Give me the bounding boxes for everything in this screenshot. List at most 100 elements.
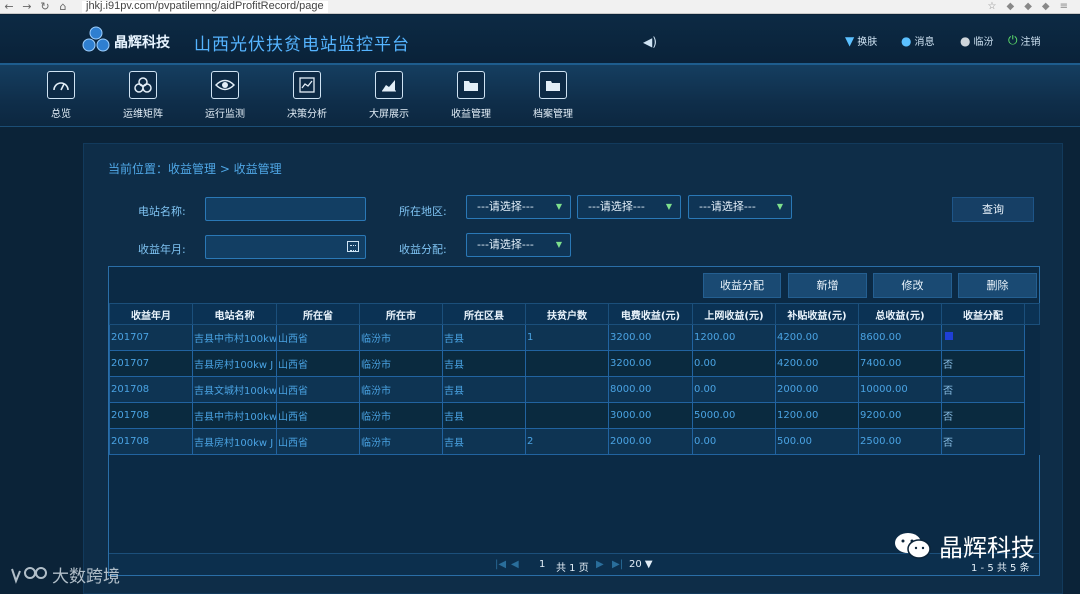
distribution-select[interactable]: ---请选择--- ▼ — [466, 233, 571, 257]
table-cell: 1 — [525, 324, 609, 351]
avatar-icon: ● — [960, 33, 971, 48]
page-number-input[interactable]: 1 — [539, 559, 545, 570]
folder-icon — [457, 71, 485, 99]
distribution-label: 收益分配: — [399, 243, 447, 256]
forward-icon[interactable]: → — [18, 0, 36, 14]
station-name-input[interactable] — [205, 197, 366, 221]
nav-item-big-screen[interactable]: 大屏展示 — [359, 71, 419, 120]
back-icon[interactable]: ← — [0, 0, 18, 14]
nav-item-profit-management[interactable]: 收益管理 — [441, 71, 501, 120]
first-page-icon[interactable]: |◀ — [495, 559, 506, 570]
area-chart-icon — [375, 71, 403, 99]
table-row[interactable]: 201708 吉县中市村100kw 山西省 临汾市 吉县 3000.00 500… — [109, 402, 1040, 429]
table-cell: 3000.00 — [608, 402, 693, 429]
table-cell: 7400.00 — [858, 350, 942, 377]
table-cell: 201707 — [109, 324, 193, 351]
extension-icon[interactable]: ◆ — [1042, 0, 1050, 14]
selected-marker-icon — [945, 332, 953, 340]
table-cell: 临汾市 — [359, 350, 443, 377]
table-cell: 山西省 — [276, 428, 360, 455]
nav-item-overview[interactable]: 总览 — [31, 71, 91, 120]
table-cell: 0.00 — [692, 350, 776, 377]
brand-name: 晶辉科技 — [114, 35, 170, 51]
table-cell: 山西省 — [276, 350, 360, 377]
column-header[interactable]: 所在区县 — [442, 303, 526, 325]
table-cell: 吉县 — [442, 428, 526, 455]
calendar-icon[interactable] — [347, 241, 359, 252]
table-cell: 否 — [941, 428, 1025, 455]
table-cell: 3200.00 — [608, 324, 693, 351]
table-cell: 201708 — [109, 402, 193, 429]
home-icon[interactable]: ⌂ — [54, 0, 72, 14]
table-cell: 2000.00 — [775, 376, 859, 403]
reload-icon[interactable]: ↻ — [36, 0, 54, 14]
nav-item-archive-management[interactable]: 档案管理 — [523, 71, 583, 120]
analysis-icon — [293, 71, 321, 99]
delete-button[interactable]: 删除 — [958, 273, 1037, 298]
shirt-icon: ▼ — [845, 33, 855, 48]
table-cell: 临汾市 — [359, 402, 443, 429]
distribute-button[interactable]: 收益分配 — [703, 273, 781, 298]
extension-icon[interactable]: ◆ — [1007, 0, 1015, 14]
next-page-icon[interactable]: ▶ — [596, 559, 604, 570]
speaker-icon[interactable]: ◀) — [643, 35, 657, 49]
query-button[interactable]: 查询 — [952, 197, 1034, 222]
table-cell: 吉县房村100kw J — [192, 428, 277, 455]
logout-link[interactable]: ⏻ 注销 — [1008, 33, 1041, 48]
nav-item-monitoring[interactable]: 运行监测 — [195, 71, 255, 120]
table-cell — [525, 376, 609, 403]
address-bar[interactable]: jhkj.i91pv.com/pvpatilemng/aidProfitReco… — [82, 0, 328, 13]
skin-link[interactable]: ▼ 换肤 — [845, 33, 877, 49]
column-header[interactable]: 补贴收益(元) — [775, 303, 859, 325]
table-cell: 吉县文城村100kw — [192, 376, 277, 403]
page-size-select[interactable]: 20 ▼ — [629, 559, 653, 570]
table-cell: 201708 — [109, 376, 193, 403]
prev-page-icon[interactable]: ◀ — [511, 559, 519, 570]
content-panel: 当前位置：收益管理 > 收益管理 电站名称: 所在地区: ---请选择--- ▼ … — [83, 143, 1063, 594]
table-cell: 临汾市 — [359, 428, 443, 455]
county-select[interactable]: ---请选择--- ▼ — [688, 195, 792, 219]
table-cell: 否 — [941, 376, 1025, 403]
message-link[interactable]: ● 消息 — [901, 33, 934, 49]
column-header[interactable]: 总收益(元) — [858, 303, 942, 325]
table-cell: 2 — [525, 428, 609, 455]
column-header[interactable]: 电费收益(元) — [608, 303, 693, 325]
column-header[interactable]: 电站名称 — [192, 303, 277, 325]
table-cell: 5000.00 — [692, 402, 776, 429]
table-cell: 2500.00 — [858, 428, 942, 455]
table-cell: 吉县 — [442, 350, 526, 377]
table-row[interactable]: 201708 吉县房村100kw J 山西省 临汾市 吉县 2 2000.00 … — [109, 428, 1040, 455]
column-header[interactable]: 所在省 — [276, 303, 360, 325]
last-page-icon[interactable]: ▶| — [612, 559, 623, 570]
province-select[interactable]: ---请选择--- ▼ — [466, 195, 571, 219]
caret-down-icon: ▼ — [555, 202, 562, 211]
table-row[interactable]: 201707 吉县中市村100kw 山西省 临汾市 吉县 1 3200.00 1… — [109, 324, 1040, 351]
caret-down-icon: ▼ — [776, 202, 783, 211]
column-header[interactable]: 收益年月 — [109, 303, 193, 325]
menu-icon[interactable]: ≡ — [1060, 0, 1068, 14]
caret-down-icon: ▼ — [665, 202, 672, 211]
table-cell: 500.00 — [775, 428, 859, 455]
table-row[interactable]: 201707 吉县房村100kw J 山西省 临汾市 吉县 3200.00 0.… — [109, 350, 1040, 377]
nav-item-ops-matrix[interactable]: 运维矩阵 — [113, 71, 173, 120]
power-icon: ⏻ — [1008, 33, 1018, 47]
table-row[interactable]: 201708 吉县文城村100kw 山西省 临汾市 吉县 8000.00 0.0… — [109, 376, 1040, 403]
user-link[interactable]: ● 临汾 — [960, 33, 993, 49]
eye-icon — [211, 71, 239, 99]
folder-icon — [539, 71, 567, 99]
edit-button[interactable]: 修改 — [873, 273, 952, 298]
profit-month-input[interactable] — [205, 235, 366, 259]
watermark-right: 晶辉科技 — [893, 528, 1035, 563]
records-table: 收益年月 电站名称 所在省 所在市 所在区县 扶贫户数 电费收益(元) 上网收益… — [109, 303, 1040, 455]
column-header[interactable]: 所在市 — [359, 303, 443, 325]
column-header[interactable]: 上网收益(元) — [692, 303, 776, 325]
breadcrumb: 当前位置：收益管理 > 收益管理 — [108, 162, 282, 176]
nav-item-decision-analysis[interactable]: 决策分析 — [277, 71, 337, 120]
column-header[interactable]: 收益分配 — [941, 303, 1025, 325]
table-header-row: 收益年月 电站名称 所在省 所在市 所在区县 扶贫户数 电费收益(元) 上网收益… — [109, 303, 1040, 325]
extension-icon[interactable]: ◆ — [1024, 0, 1032, 14]
column-header[interactable]: 扶贫户数 — [525, 303, 609, 325]
bookmark-star-icon[interactable]: ☆ — [988, 0, 997, 14]
city-select[interactable]: ---请选择--- ▼ — [577, 195, 681, 219]
add-button[interactable]: 新增 — [788, 273, 867, 298]
